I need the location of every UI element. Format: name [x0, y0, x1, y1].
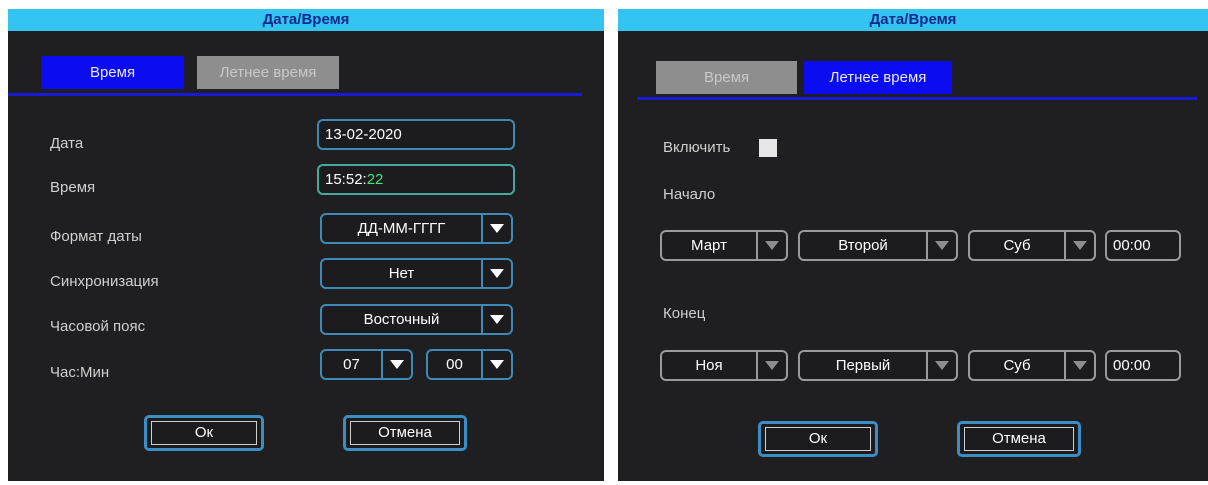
- enable-label: Включить: [663, 139, 731, 156]
- dropdown-arrow-icon[interactable]: [481, 260, 511, 287]
- dropdown-arrow-icon[interactable]: [481, 306, 511, 333]
- tab-time[interactable]: Время: [656, 61, 797, 94]
- date-label: Дата: [50, 135, 84, 152]
- panel-title: Дата/Время: [8, 9, 604, 31]
- tab-dst[interactable]: Летнее время: [197, 56, 339, 89]
- datetime-panel-dst: Дата/Время Время Летнее время Включить Н…: [618, 9, 1208, 481]
- end-month-select[interactable]: Ноя: [660, 350, 788, 381]
- end-month-value: Ноя: [695, 357, 723, 374]
- start-label: Начало: [663, 186, 716, 203]
- dropdown-arrow-icon[interactable]: [381, 351, 411, 378]
- start-day-value: Суб: [1003, 237, 1031, 254]
- minute-select[interactable]: 00: [426, 349, 513, 380]
- sync-select[interactable]: Нет: [320, 258, 513, 289]
- end-day-select[interactable]: Суб: [968, 350, 1096, 381]
- date-input[interactable]: 13-02-2020: [317, 119, 515, 150]
- time-hm: 15:52:: [325, 171, 367, 188]
- date-format-select[interactable]: ДД-ММ-ГГГГ: [320, 213, 513, 244]
- end-week-value: Первый: [835, 357, 891, 374]
- sync-value: Нет: [388, 265, 415, 282]
- enable-checkbox[interactable]: [759, 139, 777, 157]
- end-day-value: Суб: [1003, 357, 1031, 374]
- end-time-input[interactable]: 00:00: [1105, 350, 1181, 381]
- ok-button-label: Ок: [765, 427, 871, 451]
- tab-dst[interactable]: Летнее время: [804, 61, 952, 94]
- datetime-panel-time: Дата/Время Время Летнее время Дата 13-02…: [8, 9, 604, 481]
- sync-label: Синхронизация: [50, 273, 159, 290]
- dropdown-arrow-icon[interactable]: [1064, 352, 1094, 379]
- start-week-value: Второй: [838, 237, 888, 254]
- dropdown-arrow-icon[interactable]: [926, 352, 956, 379]
- start-time-input[interactable]: 00:00: [1105, 230, 1181, 261]
- time-label: Время: [50, 179, 96, 196]
- panel-title: Дата/Время: [618, 9, 1208, 31]
- tab-underline: [637, 97, 1197, 100]
- start-month-value: Март: [691, 237, 727, 254]
- hour-minute-label: Час:Мин: [50, 364, 110, 381]
- end-week-select[interactable]: Первый: [798, 350, 958, 381]
- date-format-value: ДД-ММ-ГГГГ: [357, 220, 446, 237]
- dropdown-arrow-icon[interactable]: [926, 232, 956, 259]
- tab-time[interactable]: Время: [41, 56, 184, 89]
- dropdown-arrow-icon[interactable]: [481, 351, 511, 378]
- timezone-label: Часовой пояс: [50, 318, 146, 335]
- dropdown-arrow-icon[interactable]: [1064, 232, 1094, 259]
- hour-select[interactable]: 07: [320, 349, 413, 380]
- cancel-button[interactable]: Отмена: [343, 415, 467, 451]
- tab-underline: [8, 93, 582, 96]
- cancel-button-label: Отмена: [350, 421, 460, 445]
- timezone-select[interactable]: Восточный: [320, 304, 513, 335]
- dropdown-arrow-icon[interactable]: [756, 232, 786, 259]
- start-day-select[interactable]: Суб: [968, 230, 1096, 261]
- end-label: Конец: [663, 305, 706, 322]
- ok-button-label: Ок: [151, 421, 257, 445]
- start-month-select[interactable]: Март: [660, 230, 788, 261]
- minute-value: 00: [446, 356, 463, 373]
- timezone-value: Восточный: [363, 311, 440, 328]
- ok-button[interactable]: Ок: [758, 421, 878, 457]
- dropdown-arrow-icon[interactable]: [481, 215, 511, 242]
- ok-button[interactable]: Ок: [144, 415, 264, 451]
- date-format-label: Формат даты: [50, 228, 142, 245]
- hour-value: 07: [343, 356, 360, 373]
- dropdown-arrow-icon[interactable]: [756, 352, 786, 379]
- cancel-button-label: Отмена: [964, 427, 1074, 451]
- time-input[interactable]: 15:52:22: [317, 164, 515, 195]
- cancel-button[interactable]: Отмена: [957, 421, 1081, 457]
- time-seconds: 22: [366, 171, 384, 188]
- start-week-select[interactable]: Второй: [798, 230, 958, 261]
